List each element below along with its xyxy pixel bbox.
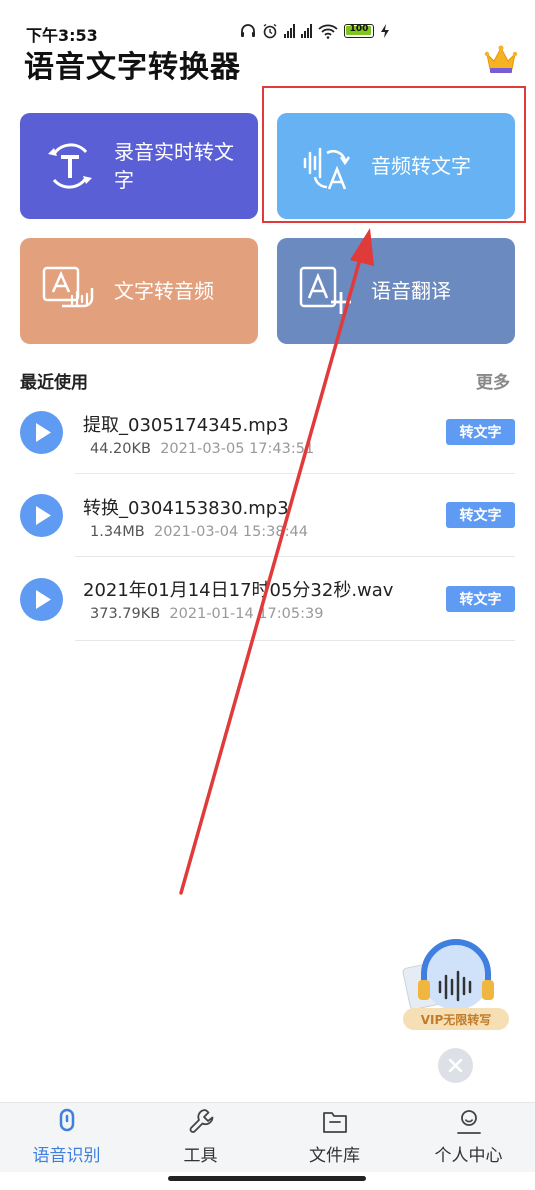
recent-section-title: 最近使用 [20,373,88,393]
file-name: 转换_0304153830.mp3 [83,498,289,519]
signal-hd-2-icon [301,22,312,40]
battery-icon: 100 [344,24,374,38]
text-to-audio-card[interactable]: 文字转音频 [20,238,258,344]
play-icon [36,423,51,442]
close-float-button[interactable] [438,1048,473,1083]
file-meta: 373.79KB 2021-01-14 17:05:39 [90,606,323,622]
microphone-icon [59,1108,74,1132]
file-size: 1.34MB [90,524,145,540]
translate-label: 语音翻译 [371,279,451,303]
alarm-icon [262,22,278,40]
close-icon [448,1058,463,1073]
folder-icon [322,1112,347,1133]
file-date: 2021-03-04 15:38:44 [153,524,308,540]
crown-icon[interactable] [484,44,518,74]
translate-icon [299,266,351,314]
wifi-icon [318,22,338,40]
bottom-nav: 语音识别 工具 文件库 个人中心 [0,1102,535,1172]
text-to-audio-icon [42,266,94,308]
file-name: 2021年01月14日17时05分32秒.wav [83,580,394,601]
nav-file-library[interactable]: 文件库 [268,1103,401,1173]
home-indicator [168,1176,366,1181]
highlight-box [262,86,526,223]
list-item[interactable]: 转换_0304153830.mp3 1.34MB 2021-03-04 15:3… [0,479,535,562]
headphones-icon [240,22,256,40]
file-size: 373.79KB [90,606,161,622]
nav-speech-recognition[interactable]: 语音识别 [0,1103,133,1173]
convert-to-text-button[interactable]: 转文字 [446,502,515,528]
play-button[interactable] [20,578,63,621]
file-date: 2021-03-05 17:43:51 [160,441,315,457]
wrench-icon [189,1109,213,1133]
charging-icon [380,22,390,40]
file-name: 提取_0305174345.mp3 [83,415,289,436]
nav-label: 语音识别 [32,1146,101,1166]
nav-label: 工具 [183,1146,218,1166]
nav-label: 个人中心 [434,1146,503,1166]
transcribe-T-icon [48,143,92,189]
signal-hd-1-icon [284,22,295,40]
divider [75,640,515,641]
vip-label: VIP无限转写 [403,1008,509,1030]
nav-personal-center[interactable]: 个人中心 [402,1103,535,1173]
convert-to-text-button[interactable]: 转文字 [446,419,515,445]
status-icons: 100 [240,22,390,40]
translate-card[interactable]: 语音翻译 [277,238,515,344]
play-icon [36,506,51,525]
convert-to-text-button[interactable]: 转文字 [446,586,515,612]
list-item[interactable]: 2021年01月14日17时05分32秒.wav 373.79KB 2021-0… [0,562,535,645]
file-meta: 44.20KB 2021-03-05 17:43:51 [90,441,314,457]
record-transcribe-label: 录音实时转文字 [114,140,234,192]
play-button[interactable] [20,494,63,537]
file-size: 44.20KB [90,441,151,457]
battery-text: 100 [349,24,369,34]
vip-headphones-icon [402,939,494,1010]
nav-label: 文件库 [309,1146,360,1166]
file-date: 2021-01-14 17:05:39 [169,606,324,622]
divider [75,556,515,557]
more-link[interactable]: 更多 [476,368,510,393]
divider [75,473,515,474]
file-meta: 1.34MB 2021-03-04 15:38:44 [90,524,308,540]
person-icon [456,1110,481,1134]
record-transcribe-card[interactable]: 录音实时转文字 [20,113,258,219]
list-item[interactable]: 提取_0305174345.mp3 44.20KB 2021-03-05 17:… [0,396,535,479]
status-bar: 下午3:53 100 [0,0,535,45]
nav-tools[interactable]: 工具 [134,1103,267,1173]
text-to-audio-label: 文字转音频 [114,279,214,303]
vip-float-button[interactable]: VIP无限转写 [398,934,512,1034]
play-icon [36,590,51,609]
play-button[interactable] [20,411,63,454]
app-title: 语音文字转换器 [24,50,241,85]
